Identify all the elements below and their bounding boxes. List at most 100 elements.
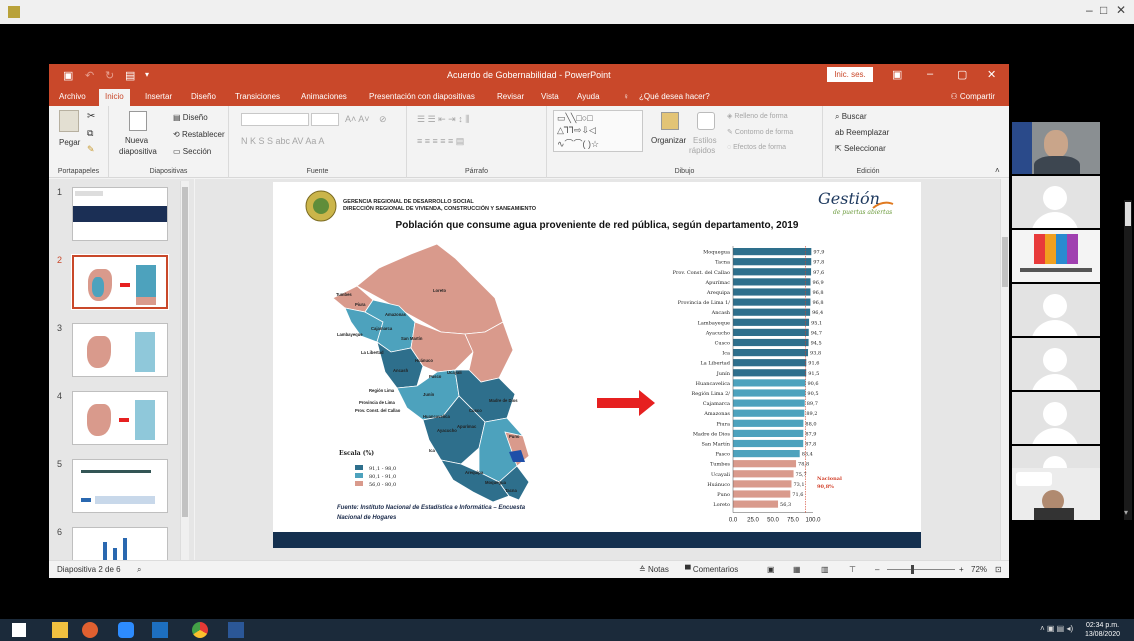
layout-button[interactable]: ▤ Diseño — [173, 113, 208, 122]
quick-styles-label-2[interactable]: rápidos — [689, 146, 715, 155]
tab-revisar[interactable]: Revisar — [497, 92, 524, 101]
scroll-thumb[interactable] — [182, 187, 188, 517]
paste-button[interactable]: Pegar — [59, 138, 80, 147]
chrome-taskbar-icon[interactable] — [192, 622, 208, 638]
zoom-level[interactable]: 72% — [971, 565, 987, 574]
word-taskbar-icon[interactable] — [228, 622, 244, 638]
reset-button[interactable]: ⟲ Restablecer — [173, 130, 225, 139]
participant-avatar-5[interactable] — [1012, 338, 1100, 390]
grow-font-icon[interactable]: A˄ A˅ — [345, 114, 370, 124]
copy-icon[interactable]: ⧉ — [87, 128, 93, 139]
shapes-gallery[interactable]: ▭╲╲□○□ △⅂⅂⇨⇩◁ ∿⌒⌒( )☆ — [553, 110, 643, 152]
tab-diseno[interactable]: Diseño — [191, 92, 216, 101]
share-button[interactable]: ⚇ Compartir — [950, 92, 995, 101]
slide-scrollbar[interactable] — [1000, 179, 1009, 560]
paste-icon[interactable] — [59, 110, 79, 132]
new-slide-label-1[interactable]: Nueva — [125, 136, 148, 145]
comments-button[interactable]: ▀ Comentarios — [685, 565, 738, 574]
signin-button[interactable]: Inic. ses. — [827, 67, 873, 82]
scroll-thumb[interactable] — [1125, 202, 1131, 226]
maximize-icon[interactable]: □ — [1100, 3, 1107, 17]
ribbon-options-icon[interactable]: ▣ — [892, 68, 902, 81]
slideshow-view-icon[interactable]: ⊤ — [849, 565, 856, 574]
slide-thumbnail-3[interactable] — [72, 323, 168, 377]
tab-vista[interactable]: Vista — [541, 92, 559, 101]
shape-effects-button[interactable]: ◌ Efectos de forma — [727, 144, 786, 151]
thumbnails-scrollbar[interactable] — [180, 181, 189, 560]
clear-format-icon[interactable]: ⊘ — [379, 114, 387, 125]
scroll-thumb[interactable] — [1002, 237, 1008, 287]
save-icon[interactable]: ▣ — [63, 69, 73, 82]
font-family-select[interactable] — [241, 113, 309, 126]
slide-thumbnail-2[interactable] — [71, 254, 169, 310]
tab-presentacion[interactable]: Presentación con diapositivas — [369, 92, 475, 101]
replace-button[interactable]: ab Reemplazar — [835, 128, 889, 137]
zoom-taskbar-icon[interactable] — [118, 622, 134, 638]
current-slide[interactable]: GERENCIA REGIONAL DE DESARROLLO SOCIAL D… — [273, 182, 921, 548]
font-style-buttons[interactable]: N K S S abc AV Aa A — [241, 136, 324, 146]
tell-me-input[interactable]: ¿Qué desea hacer? — [639, 92, 710, 101]
participant-avatar-4[interactable] — [1012, 284, 1100, 336]
sorter-view-icon[interactable]: ▦ — [793, 565, 801, 574]
quick-styles-icon[interactable] — [697, 112, 715, 130]
normal-view-icon[interactable]: ▣ — [767, 565, 775, 574]
redo-icon[interactable]: ↻ — [105, 69, 114, 82]
minimize-icon[interactable]: – — [1086, 3, 1093, 17]
section-button[interactable]: ▭ Sección — [173, 147, 211, 156]
fit-slide-icon[interactable]: ⊡ — [995, 565, 1002, 574]
undo-icon[interactable]: ↶ — [85, 69, 94, 82]
reading-view-icon[interactable]: ▥ — [821, 565, 829, 574]
select-button[interactable]: ⇱ Seleccionar — [835, 144, 886, 153]
participant-video-8[interactable] — [1012, 468, 1100, 520]
tab-insertar[interactable]: Insertar — [145, 92, 172, 101]
zoom-out-icon[interactable]: – — [875, 565, 879, 574]
ppt-close-icon[interactable]: ✕ — [987, 68, 996, 81]
slide-thumbnail-4[interactable] — [72, 391, 168, 445]
shape-fill-button[interactable]: ◈ Relleno de forma — [727, 112, 788, 120]
close-icon[interactable]: ✕ — [1116, 3, 1126, 17]
scroll-down-icon[interactable]: ▾ — [1124, 508, 1128, 517]
slideshow-icon[interactable]: ▤ — [125, 69, 135, 82]
windows-start-icon[interactable] — [12, 623, 26, 637]
slide-thumbnail-5[interactable] — [72, 459, 168, 513]
participants-scrollbar[interactable] — [1124, 200, 1132, 520]
find-button[interactable]: ⌕ Buscar — [835, 112, 867, 122]
participant-avatar-6[interactable] — [1012, 392, 1100, 444]
powerpoint-taskbar-icon[interactable] — [82, 622, 98, 638]
zoom-in-icon[interactable]: + — [959, 565, 964, 574]
arrange-icon[interactable] — [661, 112, 679, 130]
new-slide-label-2[interactable]: diapositiva — [119, 147, 157, 156]
slide-thumbnail-1[interactable] — [72, 187, 168, 241]
system-tray-icons[interactable]: ˄ ▣ ▤ ◂) — [1040, 624, 1073, 633]
cut-icon[interactable]: ✂ — [87, 111, 95, 122]
format-painter-icon[interactable]: ✎ — [87, 144, 95, 155]
zoom-slider[interactable] — [887, 569, 955, 570]
spellcheck-icon[interactable]: ⌕ — [137, 565, 141, 575]
tab-inicio[interactable]: Inicio — [99, 89, 130, 106]
shape-outline-button[interactable]: ✎ Contorno de forma — [727, 128, 793, 136]
new-slide-icon[interactable] — [129, 111, 147, 131]
participant-avatar-2[interactable] — [1012, 176, 1100, 228]
taskbar-clock[interactable]: 02:34 p.m. 13/08/2020 — [1085, 621, 1120, 639]
ppt-restore-icon[interactable]: ▢ — [957, 68, 967, 81]
collapse-ribbon-icon[interactable]: ˄ — [995, 166, 1000, 175]
tab-archivo[interactable]: Archivo — [59, 92, 86, 101]
tab-transiciones[interactable]: Transiciones — [235, 92, 280, 101]
ppt-minimize-icon[interactable]: – — [927, 68, 933, 80]
participant-video-1[interactable] — [1012, 122, 1100, 174]
quick-styles-label[interactable]: Estilos — [693, 136, 717, 145]
header-line-2: DIRECCIÓN REGIONAL DE VIVIENDA, CONSTRUC… — [343, 204, 537, 212]
zoom-slider-thumb[interactable] — [911, 565, 914, 574]
notes-button[interactable]: ≙ Notas — [639, 565, 669, 574]
customize-icon[interactable]: ▾ — [145, 70, 149, 79]
list-icons[interactable]: ☰ ☰ ⇤ ⇥ ↕ ⫼ — [417, 114, 469, 125]
arrange-button[interactable]: Organizar — [651, 136, 686, 145]
tab-animaciones[interactable]: Animaciones — [301, 92, 347, 101]
file-explorer-icon[interactable] — [52, 622, 68, 638]
tab-ayuda[interactable]: Ayuda — [577, 92, 600, 101]
font-size-select[interactable] — [311, 113, 339, 126]
align-icons[interactable]: ≡ ≡ ≡ ≡ ≡ ▤ — [417, 136, 464, 147]
outlook-taskbar-icon[interactable] — [152, 622, 168, 638]
slide-thumbnail-6[interactable] — [72, 527, 168, 560]
participant-logo-3[interactable] — [1012, 230, 1100, 282]
